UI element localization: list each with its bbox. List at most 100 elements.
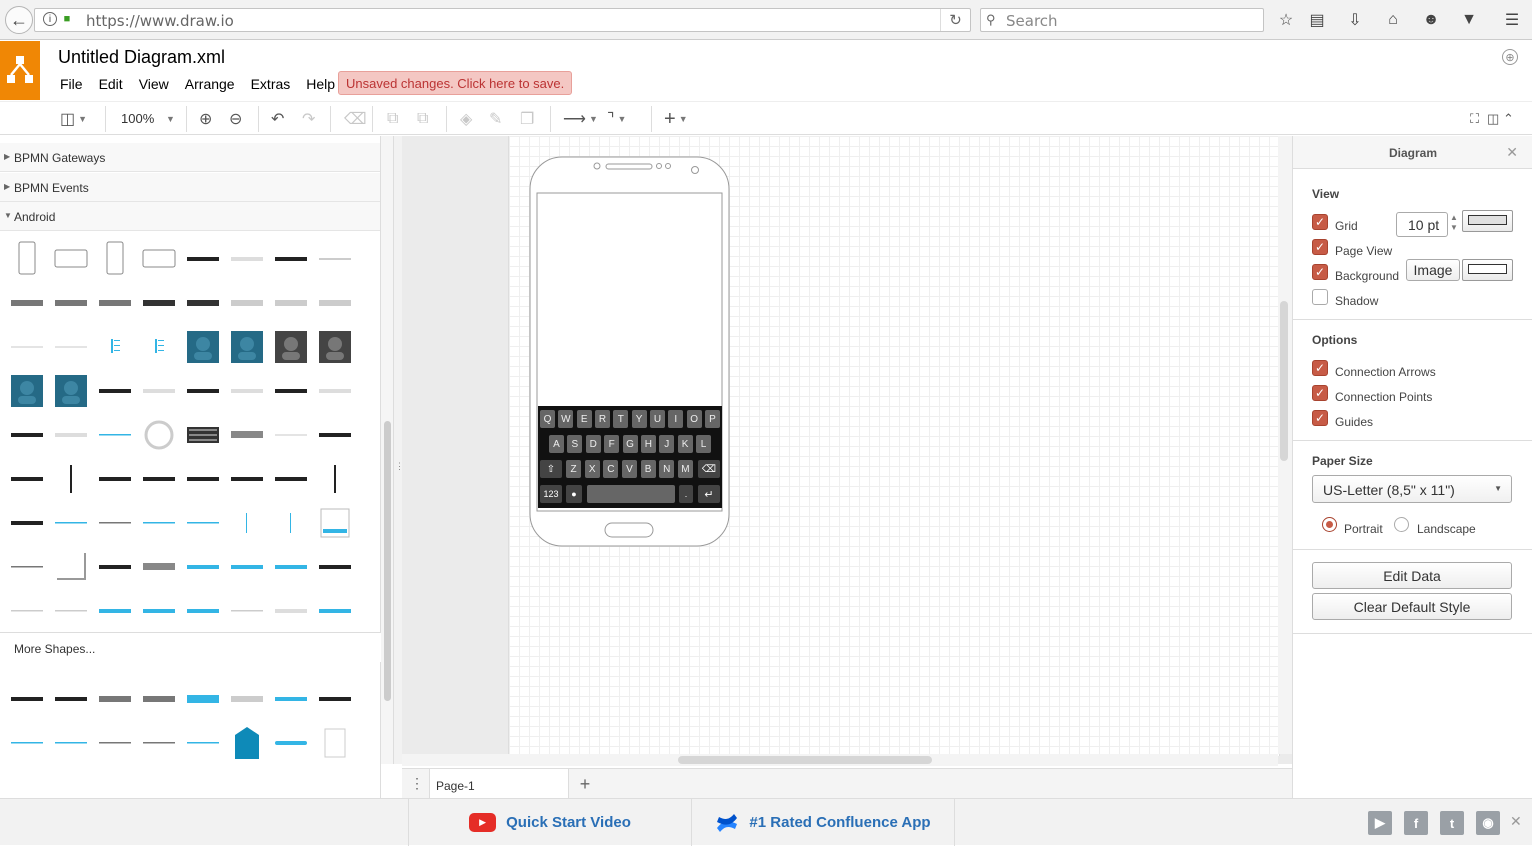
diagram-page[interactable]: QWERTYUIOP ASDFGHJKL ⇧ ZXCVBNM ⌫ 123 ● .… xyxy=(508,136,1280,756)
grid-size-stepper-icon[interactable]: ▲ ▼ xyxy=(1450,213,1458,233)
shape-thumbnail[interactable] xyxy=(271,371,311,411)
edit-data-button[interactable]: Edit Data xyxy=(1312,562,1512,589)
shape-thumbnail[interactable] xyxy=(271,283,311,323)
pocket-icon[interactable]: ▼ xyxy=(1459,10,1479,30)
background-image-button[interactable]: Image xyxy=(1406,259,1460,281)
shape-thumbnail[interactable] xyxy=(315,459,355,499)
to-back-icon[interactable]: ⧉ xyxy=(417,108,428,130)
shape-thumbnail[interactable] xyxy=(315,415,355,455)
shape-thumbnail[interactable] xyxy=(271,327,311,367)
canvas-vertical-scrollbar[interactable] xyxy=(1278,136,1292,754)
sidebar-section-android[interactable]: ▼ Android xyxy=(0,202,380,231)
hamburger-menu-icon[interactable]: ☰ xyxy=(1502,10,1522,30)
close-footer-icon[interactable]: ✕ xyxy=(1510,813,1522,830)
connection-points-checkbox[interactable]: ✓ xyxy=(1312,385,1328,401)
shape-thumbnail[interactable] xyxy=(139,239,179,279)
twitter-icon[interactable]: t xyxy=(1440,811,1464,835)
menu-extras[interactable]: Extras xyxy=(243,74,299,94)
pages-menu-icon[interactable]: ⋮ xyxy=(410,775,424,792)
more-shapes-button[interactable]: More Shapes... xyxy=(0,632,396,662)
shape-thumbnail[interactable] xyxy=(227,327,267,367)
zoom-in-icon[interactable]: ⊕ xyxy=(199,108,212,130)
download-icon[interactable]: ⇩ xyxy=(1345,10,1365,30)
shape-thumbnail[interactable] xyxy=(95,679,135,719)
shape-thumbnail[interactable] xyxy=(227,547,267,587)
delete-icon[interactable]: ⌫ xyxy=(344,108,367,130)
shape-thumbnail[interactable] xyxy=(139,547,179,587)
background-checkbox[interactable]: ✓ xyxy=(1312,264,1328,280)
shape-thumbnail[interactable] xyxy=(183,239,223,279)
redo-icon[interactable]: ↷ xyxy=(302,108,315,130)
fullscreen-icon[interactable]: ⛶ xyxy=(1470,108,1479,130)
shadow-checkbox[interactable] xyxy=(1312,289,1328,305)
shape-thumbnail[interactable] xyxy=(227,723,267,763)
shape-thumbnail[interactable] xyxy=(183,679,223,719)
sidebar-scroll-thumb[interactable] xyxy=(384,421,391,701)
shape-thumbnail[interactable] xyxy=(95,503,135,543)
zoom-dropdown-chevron-icon[interactable]: ▼ xyxy=(166,114,175,124)
shape-thumbnail[interactable] xyxy=(315,327,355,367)
shape-thumbnail[interactable] xyxy=(139,327,179,367)
clear-default-style-button[interactable]: Clear Default Style xyxy=(1312,593,1512,620)
connection-style-button[interactable]: ⟶ ▼ xyxy=(563,108,598,130)
shape-thumbnail[interactable] xyxy=(51,547,91,587)
shape-thumbnail[interactable] xyxy=(271,723,311,763)
guides-checkbox[interactable]: ✓ xyxy=(1312,410,1328,426)
canvas-vertical-scroll-thumb[interactable] xyxy=(1280,301,1288,461)
shape-thumbnail[interactable] xyxy=(183,415,223,455)
paper-size-select[interactable]: US-Letter (8,5" x 11") ▼ xyxy=(1312,475,1512,503)
reading-list-icon[interactable]: ▤ xyxy=(1307,10,1327,30)
background-color-swatch[interactable] xyxy=(1462,259,1513,281)
shape-thumbnail[interactable] xyxy=(7,591,47,631)
close-icon[interactable]: ✕ xyxy=(1506,144,1518,161)
diagram-canvas[interactable]: QWERTYUIOP ASDFGHJKL ⇧ ZXCVBNM ⌫ 123 ● .… xyxy=(402,136,1292,764)
shape-thumbnail[interactable] xyxy=(271,679,311,719)
menu-arrange[interactable]: Arrange xyxy=(177,74,243,94)
shape-thumbnail[interactable] xyxy=(51,371,91,411)
shape-thumbnail[interactable] xyxy=(95,415,135,455)
menu-help[interactable]: Help xyxy=(298,74,343,94)
grid-color-swatch[interactable] xyxy=(1462,210,1513,232)
connection-arrows-checkbox[interactable]: ✓ xyxy=(1312,360,1328,376)
facebook-icon[interactable]: f xyxy=(1404,811,1428,835)
shape-thumbnail[interactable] xyxy=(227,503,267,543)
shape-thumbnail[interactable] xyxy=(227,283,267,323)
shape-thumbnail[interactable] xyxy=(95,283,135,323)
shape-thumbnail[interactable] xyxy=(139,459,179,499)
shape-thumbnail[interactable] xyxy=(51,283,91,323)
shape-thumbnail[interactable] xyxy=(139,283,179,323)
portrait-radio[interactable] xyxy=(1322,517,1337,532)
shape-thumbnail[interactable] xyxy=(227,591,267,631)
shape-thumbnail[interactable] xyxy=(315,547,355,587)
shape-thumbnail[interactable] xyxy=(183,283,223,323)
shape-thumbnail[interactable] xyxy=(7,239,47,279)
shape-thumbnail[interactable] xyxy=(51,723,91,763)
shape-thumbnail[interactable] xyxy=(51,327,91,367)
shape-thumbnail[interactable] xyxy=(51,503,91,543)
browser-search-input[interactable]: ⚲ Search xyxy=(980,8,1264,32)
shape-thumbnail[interactable] xyxy=(271,547,311,587)
grid-size-input[interactable]: 10 pt xyxy=(1396,212,1448,237)
shape-thumbnail[interactable] xyxy=(315,371,355,411)
shape-thumbnail[interactable] xyxy=(7,503,47,543)
fill-color-icon[interactable]: ◈ xyxy=(460,108,472,130)
shape-thumbnail[interactable] xyxy=(227,239,267,279)
shape-thumbnail[interactable] xyxy=(95,371,135,411)
shape-thumbnail[interactable] xyxy=(7,679,47,719)
shape-thumbnail[interactable] xyxy=(95,723,135,763)
shape-thumbnail[interactable] xyxy=(7,327,47,367)
shape-thumbnail[interactable] xyxy=(7,371,47,411)
shape-thumbnail[interactable] xyxy=(7,459,47,499)
shape-thumbnail[interactable] xyxy=(183,591,223,631)
drawio-logo[interactable] xyxy=(0,41,40,100)
info-icon[interactable]: i xyxy=(43,12,57,26)
shape-thumbnail[interactable] xyxy=(183,503,223,543)
undo-icon[interactable]: ↶ xyxy=(271,108,284,130)
canvas-horizontal-scrollbar[interactable] xyxy=(402,754,1278,766)
shape-thumbnail[interactable] xyxy=(139,723,179,763)
canvas-horizontal-scroll-thumb[interactable] xyxy=(678,756,932,764)
shape-thumbnail[interactable] xyxy=(227,679,267,719)
landscape-radio[interactable] xyxy=(1394,517,1409,532)
home-icon[interactable]: ⌂ xyxy=(1383,10,1403,30)
language-globe-icon[interactable]: ⊕ xyxy=(1502,49,1518,65)
